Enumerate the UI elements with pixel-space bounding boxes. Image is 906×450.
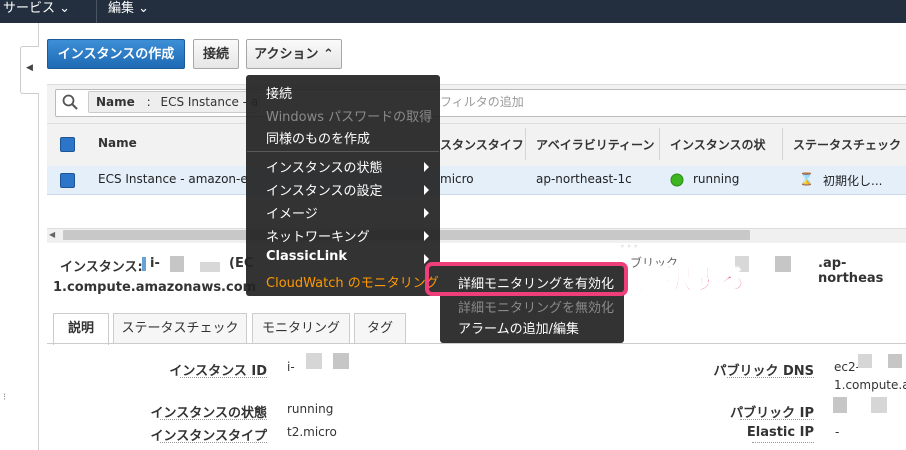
elastic-ip-value: - bbox=[835, 425, 840, 439]
divider bbox=[96, 0, 97, 23]
services-menu[interactable]: サービス ⌄ bbox=[3, 0, 70, 16]
pane-resize-handle[interactable]: ◦◦◦ bbox=[620, 242, 640, 251]
row-status-check: 初期化し... bbox=[823, 174, 883, 188]
redacted-block bbox=[306, 353, 322, 369]
menu-item-instance-settings[interactable]: インスタンスの設定 bbox=[266, 180, 382, 199]
submenu-item-add-edit-alarms[interactable]: アラームの追加/編集 bbox=[458, 318, 579, 337]
connect-button[interactable]: 接続 bbox=[193, 39, 239, 69]
annotation-callout: 選択する bbox=[638, 265, 747, 297]
launch-instance-button[interactable]: インスタンスの作成 bbox=[47, 39, 185, 69]
instance-summary-label: インスタンス: bbox=[60, 260, 143, 275]
tab-monitoring[interactable]: モニタリング bbox=[252, 313, 350, 343]
filter-placeholder: フィルタの追加 bbox=[440, 95, 524, 109]
menu-item-image[interactable]: イメージ bbox=[266, 203, 318, 222]
tab-tags[interactable]: タグ bbox=[354, 313, 406, 343]
menu-item-cloudwatch-monitoring[interactable]: CloudWatch のモニタリング bbox=[266, 272, 439, 291]
instance-state-value: running bbox=[287, 402, 334, 416]
redacted-block bbox=[170, 256, 184, 272]
menu-item-instance-state[interactable]: インスタンスの状態 bbox=[266, 157, 382, 176]
filter-tag-value: ECS Instance - a bbox=[160, 95, 259, 109]
select-all-checkbox[interactable] bbox=[60, 137, 75, 152]
submenu-arrow-icon bbox=[424, 162, 429, 172]
redacted-block bbox=[833, 397, 847, 413]
row-instance-type: micro bbox=[440, 172, 474, 186]
redacted-block bbox=[775, 256, 791, 272]
hourglass-icon: ⌛ bbox=[799, 172, 814, 186]
tab-status-checks[interactable]: ステータスチェック bbox=[113, 313, 247, 343]
chevron-left-icon: ◀ bbox=[26, 63, 33, 73]
running-status-icon bbox=[670, 173, 684, 187]
column-header-availability-zone[interactable]: アベイラビリティーン bbox=[536, 136, 654, 153]
top-nav-bar: サービス ⌄ 編集 ⌄ bbox=[0, 0, 906, 23]
resize-grip-icon[interactable]: ⁝ bbox=[3, 392, 6, 403]
menu-divider bbox=[247, 151, 439, 152]
elastic-ip-label: Elastic IP bbox=[746, 425, 814, 440]
label-underline bbox=[727, 377, 814, 379]
redacted-block bbox=[200, 262, 220, 272]
column-header-status-check[interactable]: ステータスチェック bbox=[793, 136, 901, 153]
public-dns-value: ec2- bbox=[834, 360, 860, 374]
instance-summary-id: i- bbox=[150, 256, 160, 271]
label-underline bbox=[752, 442, 814, 444]
column-divider bbox=[782, 128, 783, 160]
menu-item-launch-more-like-this[interactable]: 同様のものを作成 bbox=[266, 128, 370, 147]
submenu-arrow-icon bbox=[424, 185, 429, 195]
column-header-instance-type[interactable]: スタンスタイフ bbox=[440, 136, 524, 153]
filter-tag-sep: : bbox=[146, 95, 151, 109]
filter-tag[interactable]: Name : ECS Instance - a bbox=[88, 91, 260, 113]
row-checkbox[interactable] bbox=[60, 173, 75, 188]
label-underline bbox=[180, 377, 267, 379]
instance-id-value: i- bbox=[287, 360, 295, 374]
submenu-arrow-icon bbox=[424, 231, 429, 241]
column-divider bbox=[525, 128, 526, 160]
submenu-arrow-icon bbox=[424, 208, 429, 218]
instance-type-value: t2.micro bbox=[287, 425, 337, 439]
annotation-highlight-box bbox=[425, 262, 628, 296]
sidebar-collapse-button[interactable]: ◀ bbox=[20, 46, 39, 94]
row-name: ECS Instance - amazon-e bbox=[98, 172, 248, 186]
instance-id-marker bbox=[142, 257, 146, 271]
redacted-block bbox=[871, 397, 887, 413]
column-header-instance-state[interactable]: インスタンスの状 bbox=[670, 136, 766, 153]
menu-item-get-windows-password[interactable]: Windows パスワードの取得 bbox=[266, 106, 432, 125]
label-underline bbox=[740, 419, 814, 421]
row-availability-zone: ap-northeast-1c bbox=[536, 172, 632, 186]
edit-menu[interactable]: 編集 ⌄ bbox=[108, 0, 149, 16]
public-dns-tail: .ap-northeas bbox=[818, 256, 884, 286]
column-divider bbox=[659, 128, 660, 160]
public-dns-line2: 1.compute.amazonaws.com bbox=[53, 280, 257, 295]
tab-divider bbox=[47, 343, 906, 344]
menu-item-connect[interactable]: 接続 bbox=[266, 83, 292, 102]
label-underline bbox=[160, 419, 267, 421]
menu-item-classiclink[interactable]: ClassicLink bbox=[266, 249, 347, 264]
public-dns-value-line2: 1.compute.a bbox=[834, 378, 906, 392]
actions-button[interactable]: アクション ⌃ bbox=[246, 39, 342, 69]
label-underline bbox=[160, 442, 267, 444]
search-icon bbox=[62, 94, 78, 110]
redacted-block bbox=[858, 354, 872, 368]
row-state: running bbox=[693, 172, 740, 186]
filter-tag-key: Name bbox=[96, 95, 135, 109]
submenu-item-disable-detailed-monitoring[interactable]: 詳細モニタリングを無効化 bbox=[458, 297, 614, 316]
redacted-block bbox=[333, 353, 349, 369]
column-header-name[interactable]: Name bbox=[98, 136, 137, 150]
menu-item-networking[interactable]: ネットワーキング bbox=[266, 226, 370, 245]
scroll-left-icon[interactable]: ◀ bbox=[49, 230, 55, 239]
tab-description[interactable]: 説明 bbox=[53, 313, 109, 345]
redacted-block bbox=[888, 354, 902, 368]
